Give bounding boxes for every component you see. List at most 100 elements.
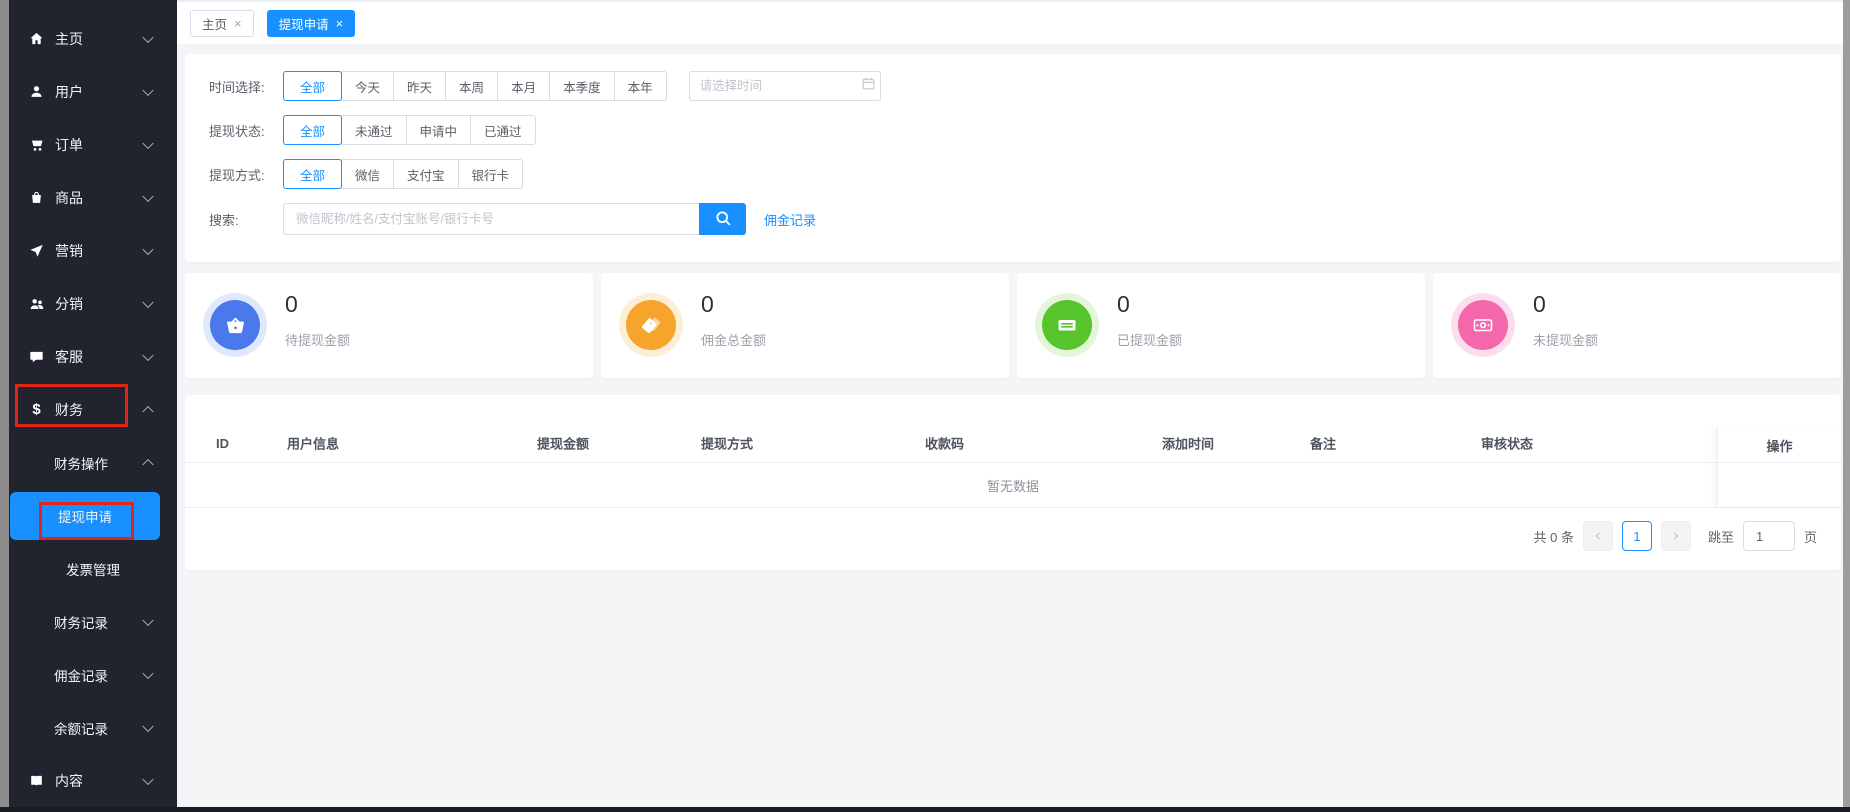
sidebar-item-label: 佣金记录 xyxy=(54,665,108,685)
filter-option-button[interactable]: 本月 xyxy=(497,71,550,101)
tab-item[interactable]: 主页× xyxy=(190,10,254,37)
withdrawal-table: ID用户信息提现金额提现方式收款码添加时间备注审核状态 暂无数据 操作 xyxy=(185,427,1841,508)
stat-label: 佣金总金额 xyxy=(701,330,766,349)
chevron-down-icon xyxy=(142,84,153,95)
sidebar-nav: 主页用户订单商品营销分销客服$财务财务操作提现申请发票管理财务记录佣金记录余额记… xyxy=(9,0,177,812)
sidebar-item-label: 提现申请 xyxy=(58,506,112,526)
page-unit-label: 页 xyxy=(1804,527,1817,546)
admin-dashboard-window: 主页用户订单商品营销分销客服$财务财务操作提现申请发票管理财务记录佣金记录余额记… xyxy=(0,0,1850,812)
stat-value: 0 xyxy=(701,291,714,318)
column-header: 添加时间 xyxy=(1162,433,1214,452)
filter-option-button[interactable]: 支付宝 xyxy=(393,159,459,189)
filter-option-button[interactable]: 全部 xyxy=(283,159,342,189)
chevron-down-icon xyxy=(142,137,153,148)
bag-icon xyxy=(28,189,45,206)
search-icon xyxy=(714,209,732,230)
close-icon[interactable]: × xyxy=(336,17,344,30)
sidebar-item[interactable]: 分销 xyxy=(9,277,177,330)
stat-card: 0未提现金额 xyxy=(1433,273,1841,378)
tab-label: 提现申请 xyxy=(279,14,329,33)
current-page-button[interactable]: 1 xyxy=(1622,521,1652,551)
sidebar-item[interactable]: 财务操作 xyxy=(9,436,177,489)
date-picker-input[interactable] xyxy=(689,71,881,101)
sidebar-item[interactable]: 商品 xyxy=(9,171,177,224)
sidebar-item[interactable]: 内容 xyxy=(9,754,177,807)
filter-label-search: 搜索: xyxy=(209,210,283,229)
sidebar-item[interactable]: 客服 xyxy=(9,330,177,383)
sidebar-item[interactable]: 发票管理 xyxy=(9,542,177,595)
date-picker-field[interactable] xyxy=(700,79,861,93)
sidebar-item-label: 余额记录 xyxy=(54,718,108,738)
empty-state-text: 暂无数据 xyxy=(987,476,1039,495)
dollar-icon: $ xyxy=(28,401,45,418)
filter-option-button[interactable]: 全部 xyxy=(283,115,342,145)
filter-option-button[interactable]: 已通过 xyxy=(470,115,536,145)
column-header: 提现方式 xyxy=(701,433,753,452)
chevron-down-icon xyxy=(142,349,153,360)
time-filter-group: 全部今天昨天本周本月本季度本年 xyxy=(283,71,667,101)
pagination-bar: 共 0 条 ‹ 1 › 跳至 页 xyxy=(1534,513,1818,559)
home-icon xyxy=(28,30,45,47)
column-header: 用户信息 xyxy=(287,433,339,452)
withdrawal-table-panel: ID用户信息提现金额提现方式收款码添加时间备注审核状态 暂无数据 操作 共 0 … xyxy=(185,395,1841,570)
column-header: ID xyxy=(216,436,229,451)
sidebar-item-label: 发票管理 xyxy=(66,559,120,579)
filter-row-status: 提现状态: 全部未通过申请中已通过 xyxy=(209,114,1817,146)
users-icon xyxy=(28,295,45,312)
sidebar-item[interactable]: 财务记录 xyxy=(9,595,177,648)
sidebar-item[interactable]: 佣金记录 xyxy=(9,648,177,701)
window-right-edge xyxy=(1843,0,1850,812)
column-header: 审核状态 xyxy=(1481,433,1533,452)
stat-value: 0 xyxy=(1117,291,1130,318)
money-icon xyxy=(1042,300,1092,350)
filter-option-button[interactable]: 申请中 xyxy=(406,115,472,145)
sidebar-item-label: 内容 xyxy=(55,771,83,791)
filter-row-time: 时间选择: 全部今天昨天本周本月本季度本年 xyxy=(209,70,1817,102)
open-tabs-bar: 主页× 提现申请 × xyxy=(177,0,1843,44)
sidebar-item-label: 用户 xyxy=(55,82,83,102)
table-fixed-action-column: 操作 xyxy=(1717,427,1841,508)
pagination-total: 共 0 条 xyxy=(1534,527,1574,546)
filter-option-button[interactable]: 未通过 xyxy=(341,115,407,145)
filter-label-status: 提现状态: xyxy=(209,121,283,140)
sidebar-item-label: 财务记录 xyxy=(54,612,108,632)
sidebar-item[interactable]: 提现申请 xyxy=(10,492,160,540)
sidebar-item[interactable]: $财务 xyxy=(9,383,177,436)
filter-row-search: 搜索: 佣金记录 xyxy=(209,202,1817,236)
stat-card: 0待提现金额 xyxy=(185,273,593,378)
sidebar-item[interactable]: 主页 xyxy=(9,12,177,65)
sidebar-item-label: 主页 xyxy=(55,29,83,49)
tab-active[interactable]: 提现申请 × xyxy=(267,10,356,37)
filter-option-button[interactable]: 本季度 xyxy=(549,71,615,101)
chevron-up-icon xyxy=(142,458,153,469)
sidebar-item[interactable]: 余额记录 xyxy=(9,701,177,754)
jump-page-input[interactable] xyxy=(1743,521,1795,551)
sidebar-item[interactable]: 营销 xyxy=(9,224,177,277)
filter-option-button[interactable]: 银行卡 xyxy=(458,159,524,189)
filter-option-button[interactable]: 全部 xyxy=(283,71,342,101)
filter-option-button[interactable]: 本年 xyxy=(614,71,667,101)
chevron-down-icon xyxy=(142,667,153,678)
close-icon[interactable]: × xyxy=(234,17,242,30)
search-button[interactable] xyxy=(699,203,746,235)
filter-option-button[interactable]: 昨天 xyxy=(393,71,446,101)
prev-page-button[interactable]: ‹ xyxy=(1583,521,1613,551)
sidebar-item-label: 商品 xyxy=(55,188,83,208)
filter-panel: 时间选择: 全部今天昨天本周本月本季度本年 提现状态: 全部未通过申请中已通过 … xyxy=(185,54,1841,262)
column-header: 备注 xyxy=(1310,433,1336,452)
stat-label: 已提现金额 xyxy=(1117,330,1182,349)
sidebar-item[interactable]: 订单 xyxy=(9,118,177,171)
stat-card: 0 佣金总金额 xyxy=(601,273,1009,378)
stat-label: 未提现金额 xyxy=(1533,330,1598,349)
filter-option-button[interactable]: 今天 xyxy=(341,71,394,101)
sidebar-item-label: 分销 xyxy=(55,294,83,314)
filter-option-button[interactable]: 本周 xyxy=(445,71,498,101)
sidebar-item[interactable]: 用户 xyxy=(9,65,177,118)
filter-label-time: 时间选择: xyxy=(209,77,283,96)
next-page-button[interactable]: › xyxy=(1661,521,1691,551)
filter-option-button[interactable]: 微信 xyxy=(341,159,394,189)
commission-records-link[interactable]: 佣金记录 xyxy=(764,210,816,229)
search-input[interactable] xyxy=(283,203,699,235)
filter-label-method: 提现方式: xyxy=(209,165,283,184)
sidebar-item-label: 订单 xyxy=(55,135,83,155)
